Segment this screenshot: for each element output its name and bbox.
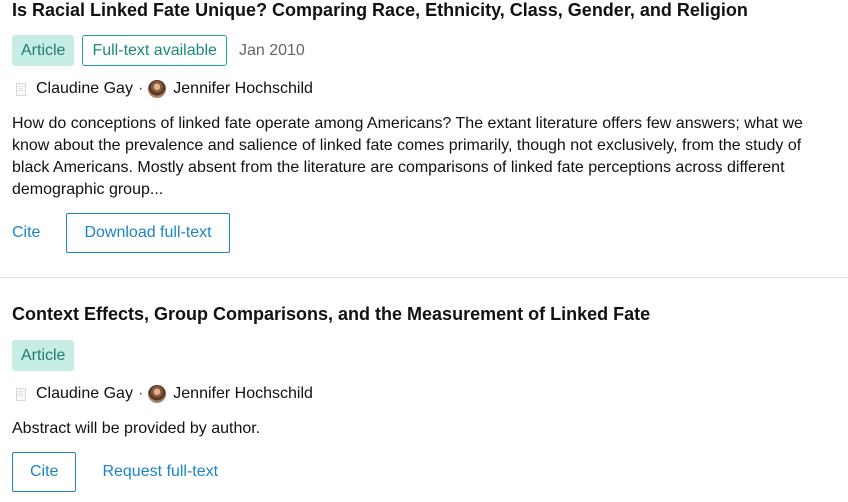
- fulltext-available-badge: Full-text available: [82, 35, 227, 66]
- cite-button[interactable]: Cite: [12, 224, 40, 242]
- author-avatar: [148, 385, 167, 403]
- author-link[interactable]: Claudine Gay: [36, 80, 133, 98]
- author-placeholder-icon: [12, 81, 28, 97]
- result-abstract: How do conceptions of linked fate operat…: [12, 115, 803, 198]
- author-link[interactable]: Jennifer Hochschild: [173, 80, 313, 98]
- result-title[interactable]: Is Racial Linked Fate Unique? Comparing …: [12, 0, 748, 21]
- author-list: Claudine Gay · Jennifer Hochschild: [12, 385, 313, 403]
- author-separator: ·: [137, 80, 144, 97]
- request-fulltext-button[interactable]: Request full-text: [102, 463, 218, 481]
- author-placeholder-icon: [12, 386, 28, 402]
- cite-button[interactable]: Cite: [12, 452, 77, 492]
- publication-date: Jan 2010: [238, 41, 305, 59]
- author-list: Claudine Gay · Jennifer Hochschild: [12, 80, 313, 98]
- article-type-badge: Article: [12, 340, 75, 371]
- result-abstract: Abstract will be provided by author.: [12, 420, 261, 437]
- result-actions: Cite Request full-text: [12, 452, 218, 492]
- result-tags: Article Full-text available Jan 2010: [12, 35, 305, 66]
- result-divider: [0, 277, 848, 278]
- author-link[interactable]: Jennifer Hochschild: [173, 385, 313, 403]
- result-tags: Article: [12, 340, 75, 371]
- author-separator: ·: [137, 385, 144, 402]
- author-link[interactable]: Claudine Gay: [36, 385, 133, 403]
- article-type-badge: Article: [12, 35, 75, 66]
- author-avatar: [148, 80, 167, 98]
- result-title[interactable]: Context Effects, Group Comparisons, and …: [12, 304, 650, 325]
- download-fulltext-button[interactable]: Download full-text: [66, 213, 230, 253]
- result-actions: Cite Download full-text: [12, 213, 230, 253]
